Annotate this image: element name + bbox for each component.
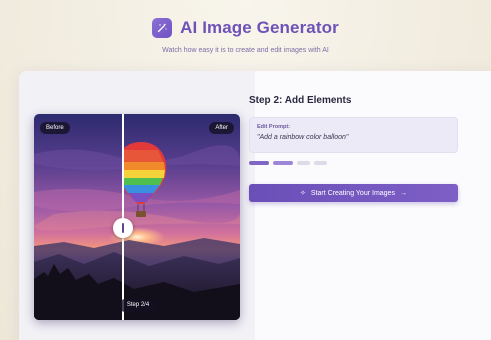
start-creating-label: Start Creating Your Images xyxy=(310,189,395,197)
slider-handle[interactable] xyxy=(113,218,133,238)
magic-wand-icon xyxy=(152,18,173,38)
edit-prompt-box: Edit Prompt: "Add a rainbow color balloo… xyxy=(249,117,458,153)
sparkle-icon: ✧ xyxy=(300,190,306,197)
progress-step-2 xyxy=(273,161,293,165)
edit-prompt-text: "Add a rainbow color balloon" xyxy=(257,134,349,141)
step-progress xyxy=(249,161,458,165)
step-indicator: Step 2/4 xyxy=(118,299,158,312)
progress-step-1 xyxy=(249,161,269,165)
after-label: After xyxy=(209,122,234,134)
before-label: Before xyxy=(40,122,70,134)
page-header: AI Image Generator Watch how easy it is … xyxy=(0,18,491,54)
handle-grip-icon xyxy=(122,223,124,233)
before-after-comparison[interactable]: Before After Step 2/4 xyxy=(34,114,240,320)
title-row: AI Image Generator xyxy=(152,18,339,38)
sunset-landscape-image xyxy=(34,114,240,320)
step-title: Step 2: Add Elements xyxy=(249,95,352,106)
page-subtitle: Watch how easy it is to create and edit … xyxy=(162,47,329,54)
edit-prompt-label: Edit Prompt: xyxy=(257,124,290,130)
arrow-right-icon: → xyxy=(399,189,407,197)
progress-step-4 xyxy=(314,161,327,165)
start-creating-button[interactable]: ✧ Start Creating Your Images → xyxy=(249,184,458,202)
step-panel: Step 2: Add Elements Edit Prompt: "Add a… xyxy=(249,95,458,202)
page-title: AI Image Generator xyxy=(180,18,339,37)
comparison-divider xyxy=(122,114,124,320)
progress-step-3 xyxy=(297,161,310,165)
